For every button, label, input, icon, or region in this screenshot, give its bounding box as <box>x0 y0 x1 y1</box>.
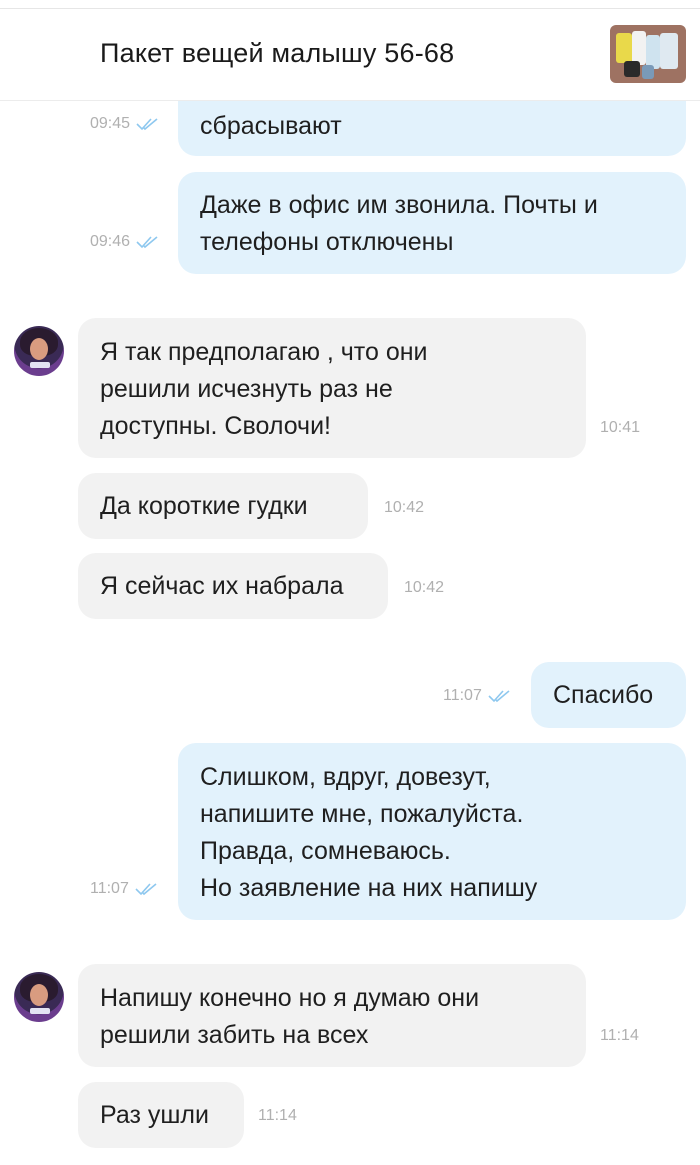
incoming-message[interactable]: Я так предполагаю , что они решили исчез… <box>78 318 586 458</box>
message-time: 10:42 <box>384 499 425 516</box>
message-meta: 09:46 <box>90 233 160 251</box>
incoming-message[interactable]: Я сейчас их набрала <box>78 553 388 619</box>
chat-header: Пакет вещей малышу 56-68 <box>0 0 700 101</box>
read-checkmarks-icon <box>135 883 157 896</box>
message-text: Я так предполагаю , что они решили исчез… <box>100 338 428 440</box>
message-time: 11:14 <box>600 1027 639 1044</box>
message-time: 11:07 <box>443 687 482 704</box>
message-meta: 10:41 <box>600 419 640 437</box>
message-meta: 11:14 <box>258 1107 297 1125</box>
message-meta: 11:07 <box>443 687 512 705</box>
message-meta: 10:42 <box>384 499 424 517</box>
message-time: 11:14 <box>258 1107 297 1124</box>
incoming-message[interactable]: Да короткие гудки <box>78 473 368 539</box>
message-meta: 09:45 <box>90 115 160 133</box>
avatar-face <box>30 984 48 1006</box>
message-text: Напишу конечно но я думаю они решили заб… <box>100 984 480 1049</box>
avatar-face <box>30 338 48 360</box>
message-text: Я сейчас их набрала <box>100 572 344 600</box>
avatar-badge <box>30 1008 50 1014</box>
message-time: 11:07 <box>90 880 129 897</box>
read-checkmarks-icon <box>488 690 510 703</box>
incoming-message[interactable]: Напишу конечно но я думаю они решили заб… <box>78 964 586 1067</box>
outgoing-message[interactable]: Слишком, вдруг, довезут, напишите мне, п… <box>178 743 686 920</box>
message-time: 09:46 <box>90 233 131 250</box>
message-text: Слишком, вдруг, довезут, напишите мне, п… <box>200 763 538 902</box>
message-text: Да короткие гудки <box>100 492 308 520</box>
message-meta: 11:07 <box>90 880 159 898</box>
outgoing-message[interactable]: Даже в офис им звонила. Почты и телефоны… <box>178 172 686 274</box>
message-text: Раз ушли <box>100 1101 209 1129</box>
chat-title[interactable]: Пакет вещей малышу 56-68 <box>100 38 454 69</box>
status-divider <box>0 8 700 9</box>
message-time: 09:45 <box>90 115 131 132</box>
message-meta: 11:14 <box>600 1027 639 1045</box>
message-text: Спасибо <box>553 681 654 709</box>
message-text: сбрасывают <box>200 112 342 140</box>
message-meta: 10:42 <box>404 579 444 597</box>
contact-avatar[interactable] <box>14 326 64 376</box>
message-time: 10:41 <box>600 419 641 436</box>
message-time: 10:42 <box>404 579 445 596</box>
message-text: Даже в офис им звонила. Почты и телефоны… <box>200 191 598 256</box>
incoming-message[interactable]: Раз ушли <box>78 1082 244 1148</box>
product-thumbnail[interactable] <box>610 25 686 83</box>
contact-avatar[interactable] <box>14 972 64 1022</box>
read-checkmarks-icon <box>136 118 158 131</box>
outgoing-message[interactable]: Спасибо <box>531 662 686 728</box>
read-checkmarks-icon <box>136 236 158 249</box>
avatar-badge <box>30 362 50 368</box>
